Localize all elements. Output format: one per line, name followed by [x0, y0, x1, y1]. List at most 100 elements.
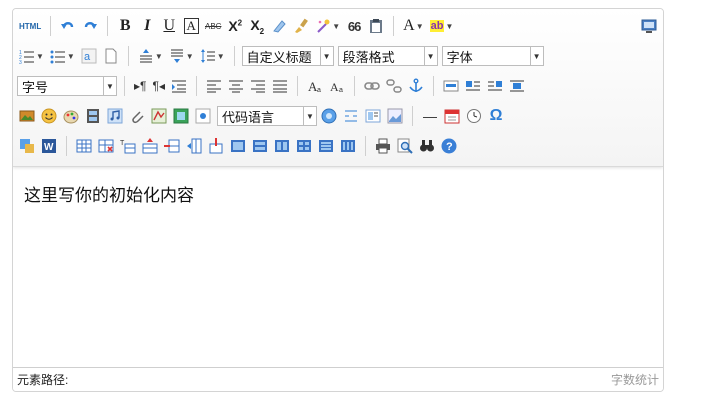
justifyleft-button[interactable] — [204, 76, 224, 96]
touppercase-button[interactable]: Aa — [305, 76, 325, 96]
merge-right-icon — [253, 140, 267, 152]
template-button[interactable] — [363, 106, 383, 126]
codelanguage-select[interactable]: 代码语言 ▼ — [217, 106, 317, 126]
lowercase-icon: Aa — [330, 80, 343, 94]
insertorderedlist-button[interactable]: 123 ▼ — [17, 46, 46, 66]
fullscreen-button[interactable] — [639, 16, 659, 36]
spechars-button[interactable]: Ω — [486, 106, 506, 126]
help-button[interactable]: ? — [439, 136, 459, 156]
svg-text:T: T — [120, 140, 125, 147]
link-button[interactable] — [362, 76, 382, 96]
rowspacing-top-icon — [139, 49, 152, 63]
rtl-icon: ¶◂ — [152, 79, 165, 93]
directionality-ltr-button[interactable]: ▸¶ — [132, 76, 148, 96]
anchor-button[interactable] — [406, 76, 426, 96]
chevron-down-icon: ▼ — [103, 77, 116, 95]
horizontal-button[interactable]: — — [420, 106, 440, 126]
chevron-down-icon: ▼ — [529, 47, 543, 65]
rowspacingtop-button[interactable]: ▼ — [136, 46, 165, 66]
webapp-icon — [321, 108, 337, 124]
bold-button[interactable]: B — [115, 16, 135, 36]
chevron-down-icon: ▼ — [36, 51, 44, 61]
deletetable-button[interactable] — [96, 136, 116, 156]
insertrow-button[interactable] — [140, 136, 160, 156]
paperclip-icon — [132, 111, 144, 124]
underline-button[interactable]: U — [159, 16, 179, 36]
emotion-button[interactable] — [39, 106, 59, 126]
toolbar-separator — [296, 76, 298, 96]
paragraph-before-table-icon: T — [120, 140, 136, 154]
attachment-button[interactable] — [127, 106, 147, 126]
imagenone-button[interactable] — [441, 76, 461, 96]
date-button[interactable] — [442, 106, 462, 126]
fontfamily-select[interactable]: 字体 ▼ — [441, 46, 544, 66]
fontborder-button[interactable]: A — [181, 16, 201, 36]
italic-button[interactable]: I — [137, 16, 157, 36]
imageleft-button[interactable] — [463, 76, 483, 96]
strikethrough-button[interactable]: ABC — [203, 16, 223, 36]
fontsize-select[interactable]: 字号 ▼ — [17, 76, 117, 96]
wordimage-button[interactable] — [17, 136, 37, 156]
lineheight-button[interactable]: ▼ — [198, 46, 227, 66]
redo-button[interactable] — [80, 16, 100, 36]
splittorows-button[interactable] — [316, 136, 336, 156]
formatmatch-button[interactable] — [269, 16, 289, 36]
preview-button[interactable] — [395, 136, 415, 156]
cleardoc-button[interactable] — [101, 46, 121, 66]
word-button[interactable]: W — [39, 136, 59, 156]
justifycenter-button[interactable] — [226, 76, 246, 96]
music-button[interactable] — [105, 106, 125, 126]
insertparagraphbeforetable-button[interactable]: T — [118, 136, 138, 156]
image-center-icon — [509, 80, 524, 92]
superscript-button[interactable]: X2 — [225, 16, 245, 36]
mergeright-button[interactable] — [250, 136, 270, 156]
gmap-button[interactable] — [171, 106, 191, 126]
backcolor-button[interactable]: ab ▼ — [428, 16, 456, 36]
undo-button[interactable] — [58, 16, 78, 36]
pasteplain-button[interactable] — [366, 16, 386, 36]
map-button[interactable] — [149, 106, 169, 126]
insertframe-button[interactable] — [193, 106, 213, 126]
insertvideo-button[interactable] — [83, 106, 103, 126]
editor-content-area[interactable]: 这里写你的初始化内容 — [13, 167, 663, 361]
selectall-button[interactable]: a — [79, 46, 99, 66]
tolowercase-button[interactable]: Aa — [327, 76, 347, 96]
indent-button[interactable] — [169, 76, 189, 96]
imageright-button[interactable] — [485, 76, 505, 96]
source-html-button[interactable]: HTML — [17, 16, 43, 36]
justifyright-button[interactable] — [248, 76, 268, 96]
splittocols-button[interactable] — [338, 136, 358, 156]
mergedown-button[interactable] — [272, 136, 292, 156]
insertimage-button[interactable] — [17, 106, 37, 126]
time-button[interactable] — [464, 106, 484, 126]
forecolor-button[interactable]: A ▼ — [401, 16, 425, 36]
autotypeset-button[interactable] — [291, 16, 311, 36]
rowspacingbottom-button[interactable]: ▼ — [167, 46, 196, 66]
deletecol-button[interactable] — [206, 136, 226, 156]
deleterow-button[interactable] — [162, 136, 182, 156]
chevron-down-icon: ▼ — [445, 21, 454, 31]
justifyjustify-button[interactable] — [270, 76, 290, 96]
subscript-button[interactable]: X2 — [247, 16, 267, 36]
scrawl-button[interactable] — [61, 106, 81, 126]
chevron-down-icon: ▼ — [66, 51, 75, 61]
imagecenter-button[interactable] — [507, 76, 527, 96]
toolbar-separator — [353, 76, 355, 96]
removeformat-button[interactable]: ▼ — [313, 16, 342, 36]
paragraph-select[interactable]: 段落格式 ▼ — [337, 46, 438, 66]
mergecells-button[interactable] — [228, 136, 248, 156]
blockquote-button[interactable]: 66 — [344, 16, 364, 36]
directionality-rtl-button[interactable]: ¶◂ — [150, 76, 166, 96]
print-button[interactable] — [373, 136, 393, 156]
insertunorderedlist-button[interactable]: ▼ — [48, 46, 77, 66]
splittocells-button[interactable] — [294, 136, 314, 156]
background-button[interactable] — [385, 106, 405, 126]
unlink-button[interactable] — [384, 76, 404, 96]
insertcol-button[interactable] — [184, 136, 204, 156]
webapp-button[interactable] — [319, 106, 339, 126]
customstyle-select[interactable]: 自定义标题 ▼ — [241, 46, 334, 66]
searchreplace-button[interactable] — [417, 136, 437, 156]
inserttable-button[interactable] — [74, 136, 94, 156]
eraser-icon — [273, 20, 286, 33]
pagebreak-button[interactable] — [341, 106, 361, 126]
